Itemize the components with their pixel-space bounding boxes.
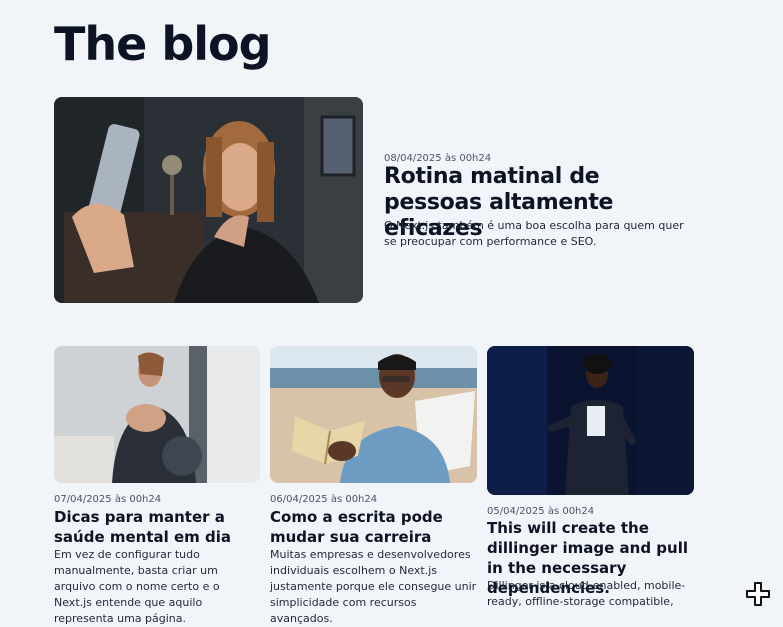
post-date: 05/04/2025 às 00h24 [487, 506, 595, 517]
plus-icon[interactable] [745, 581, 771, 607]
post-title-link[interactable]: Dicas para manter a saúde mental em dia [54, 508, 231, 546]
post-excerpt: Dillinger is a cloud-enabled, mobile-rea… [487, 579, 686, 608]
post-excerpt: Muitas empresas e desenvolvedores indivi… [270, 548, 477, 625]
post-date: 07/04/2025 às 00h24 [54, 494, 162, 505]
featured-post-image[interactable] [54, 97, 363, 303]
post-excerpt: Em vez de configurar tudo manualmente, b… [54, 548, 220, 625]
post-image-writing-career[interactable] [270, 346, 477, 483]
post-image-mental-health[interactable] [54, 346, 260, 483]
featured-post-excerpt: O Next.js também é uma boa escolha para … [384, 219, 684, 248]
post-date: 06/04/2025 às 00h24 [270, 494, 378, 505]
post-title: Como a escrita pode mudar sua carreira [270, 507, 476, 547]
post-title-link[interactable]: Como a escrita pode mudar sua carreira [270, 508, 443, 546]
page-title: The blog [54, 17, 272, 71]
post-image-dillinger[interactable] [487, 346, 694, 495]
post-title: Dicas para manter a saúde mental em dia [54, 507, 260, 547]
